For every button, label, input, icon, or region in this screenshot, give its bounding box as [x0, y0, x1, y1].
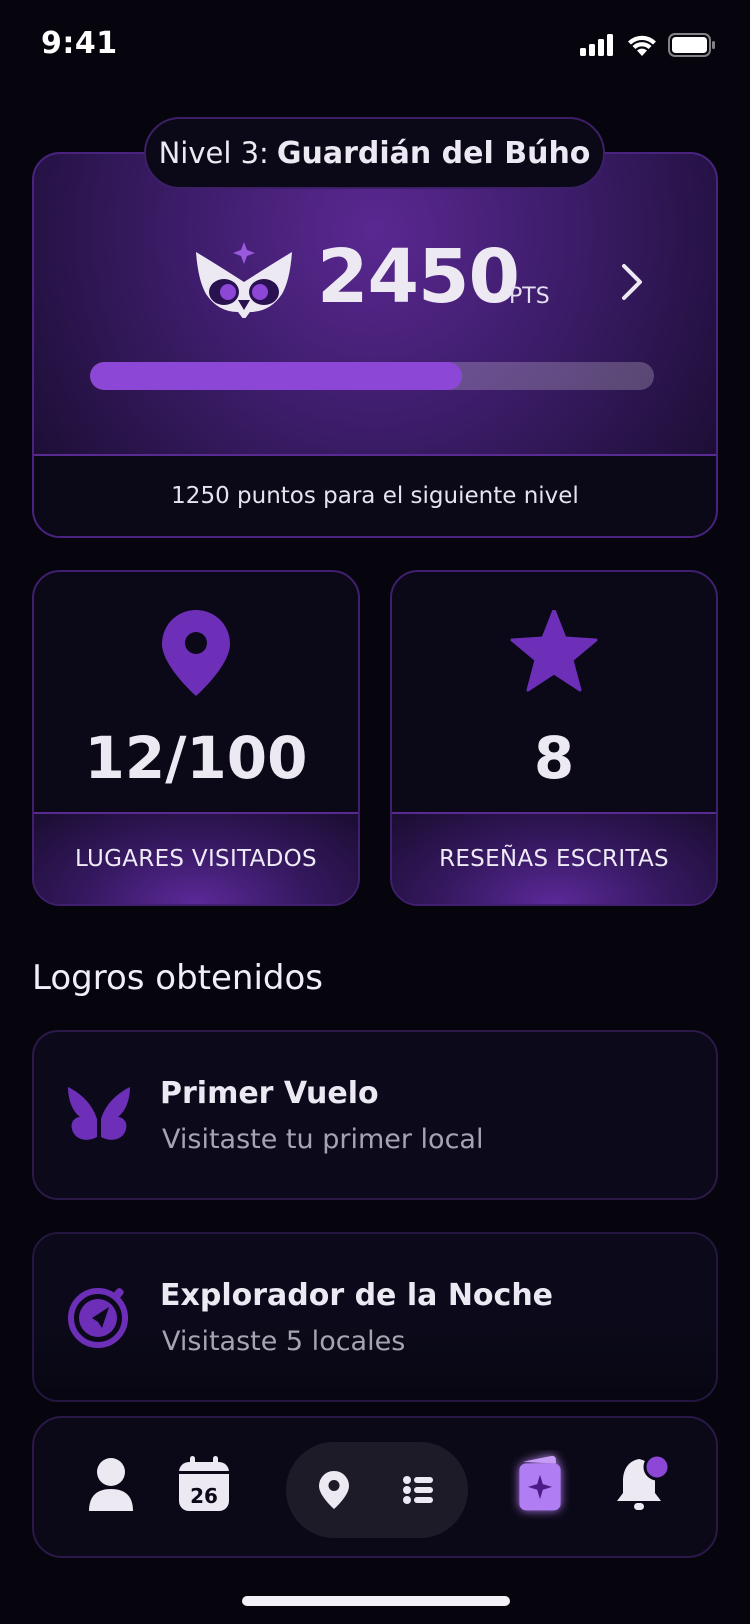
achievement-description: Visitaste tu primer local [162, 1124, 484, 1155]
status-time: 9:41 [41, 26, 118, 61]
profile-icon [89, 1458, 133, 1511]
nav-map[interactable] [314, 1468, 354, 1512]
stat-value: 12/100 [84, 724, 308, 792]
nav-list[interactable] [398, 1470, 438, 1510]
level-card-footer: 1250 puntos para el siguiente nivel [34, 454, 716, 536]
list-icon [403, 1476, 433, 1504]
nav-profile[interactable] [86, 1454, 136, 1516]
stat-footer: LUGARES VISITADOS [34, 812, 358, 904]
stat-value: 8 [533, 724, 575, 792]
status-icons [580, 33, 716, 57]
wings-icon [68, 1087, 130, 1140]
achievement-item[interactable]: Primer Vuelo Visitaste tu primer local [32, 1030, 718, 1200]
nav-calendar[interactable]: 26 [178, 1454, 230, 1514]
stat-label: RESEÑAS ESCRITAS [439, 846, 669, 872]
achievement-item[interactable]: Explorador de la Noche Visitaste 5 local… [32, 1232, 718, 1402]
home-indicator [242, 1596, 510, 1606]
bottom-nav: 26 [32, 1416, 718, 1558]
stat-card-places[interactable]: 12/100 LUGARES VISITADOS [32, 570, 360, 906]
map-list-toggle [286, 1442, 468, 1538]
level-name: Guardián del Búho [276, 135, 591, 171]
star-icon [510, 610, 598, 692]
battery-icon [668, 33, 715, 57]
achievements-title: Logros obtenidos [32, 958, 324, 998]
next-level-text: 1250 puntos para el siguiente nivel [171, 483, 579, 509]
nav-rewards[interactable] [510, 1452, 570, 1518]
calendar-day: 26 [190, 1484, 218, 1508]
stat-footer: RESEÑAS ESCRITAS [392, 812, 716, 904]
points-unit: PTS [509, 284, 550, 309]
location-pin-icon [162, 610, 230, 696]
status-bar: 9:41 [0, 0, 750, 92]
map-pin-icon [319, 1471, 349, 1509]
achievement-description: Visitaste 5 locales [162, 1326, 406, 1357]
level-prefix: Nivel 3: [158, 136, 269, 170]
level-card[interactable]: 2450 PTS 1250 puntos para el siguiente n… [32, 152, 718, 538]
level-progress-bar [90, 362, 654, 390]
achievement-title: Primer Vuelo [160, 1076, 379, 1111]
notification-bell-icon [617, 1453, 671, 1510]
points-value: 2450 [317, 234, 520, 320]
cellular-signal-icon [580, 34, 613, 56]
calendar-icon: 26 [179, 1456, 229, 1511]
level-badge: Nivel 3: Guardián del Búho [144, 117, 605, 189]
rewards-card-icon [519, 1455, 561, 1511]
compass-icon [68, 1288, 128, 1348]
owl-icon [196, 242, 292, 318]
achievement-title: Explorador de la Noche [160, 1278, 554, 1313]
wifi-icon [628, 35, 656, 56]
stat-label: LUGARES VISITADOS [75, 846, 317, 872]
level-progress-fill [90, 362, 463, 390]
chevron-right-icon[interactable] [614, 262, 648, 302]
stat-card-reviews[interactable]: 8 RESEÑAS ESCRITAS [390, 570, 718, 906]
nav-notifications[interactable] [614, 1452, 672, 1516]
